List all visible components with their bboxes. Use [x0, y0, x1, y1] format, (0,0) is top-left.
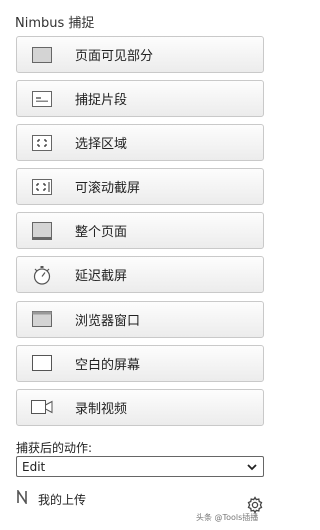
delayed-capture-button[interactable]: 延迟截屏 [16, 256, 264, 294]
scrollable-icon [31, 176, 53, 198]
nimbus-logo-icon [16, 488, 30, 508]
select-area-label: 选择区域 [75, 137, 128, 153]
browser-window-icon [31, 308, 53, 330]
entire-page-icon [31, 220, 53, 242]
fragment-button[interactable]: 捕捉片段 [16, 80, 264, 118]
record-video-label: 录制视频 [75, 401, 128, 417]
after-capture-select[interactable]: Edit [16, 456, 264, 477]
after-capture-label: 捕获后的动作: [16, 441, 93, 455]
scrollable-button[interactable]: 可滚动截屏 [16, 168, 264, 206]
record-video-button[interactable]: 录制视频 [16, 388, 264, 426]
video-camera-icon [31, 396, 53, 418]
blank-screen-label: 空白的屏幕 [75, 357, 141, 373]
visible-part-label: 页面可见部分 [75, 49, 154, 64]
my-uploads-link[interactable]: 我的上传 [16, 488, 87, 508]
visible-part-button[interactable]: 页面可见部分 [16, 36, 264, 73]
browser-window-label: 浏览器窗口 [75, 313, 141, 329]
select-area-icon [31, 132, 53, 154]
my-uploads-label: 我的上传 [38, 492, 87, 507]
select-area-button[interactable]: 选择区域 [16, 124, 264, 162]
gear-icon[interactable] [246, 496, 264, 514]
fragment-label: 捕捉片段 [75, 93, 128, 109]
visible-part-icon [31, 44, 53, 66]
entire-page-label: 整个页面 [75, 225, 128, 241]
delayed-capture-label: 延迟截屏 [75, 269, 128, 285]
nimbus-popup: Nimbus 捕捉 页面可见部分 捕捉片段 选择区域 可滚动截屏 整个页面 延迟… [0, 0, 280, 530]
chevron-down-icon [247, 460, 257, 474]
entire-page-button[interactable]: 整个页面 [16, 212, 264, 250]
popup-title: Nimbus 捕捉 [15, 16, 95, 31]
blank-screen-icon [31, 352, 53, 374]
timer-icon [31, 264, 53, 286]
scrollable-label: 可滚动截屏 [75, 181, 141, 197]
capture-button-list: 页面可见部分 捕捉片段 选择区域 可滚动截屏 整个页面 延迟截屏 浏览器窗口 空… [16, 36, 264, 433]
browser-window-button[interactable]: 浏览器窗口 [16, 300, 264, 338]
blank-screen-button[interactable]: 空白的屏幕 [16, 344, 264, 382]
after-capture-selected-value: Edit [22, 459, 46, 474]
fragment-icon [31, 88, 53, 110]
